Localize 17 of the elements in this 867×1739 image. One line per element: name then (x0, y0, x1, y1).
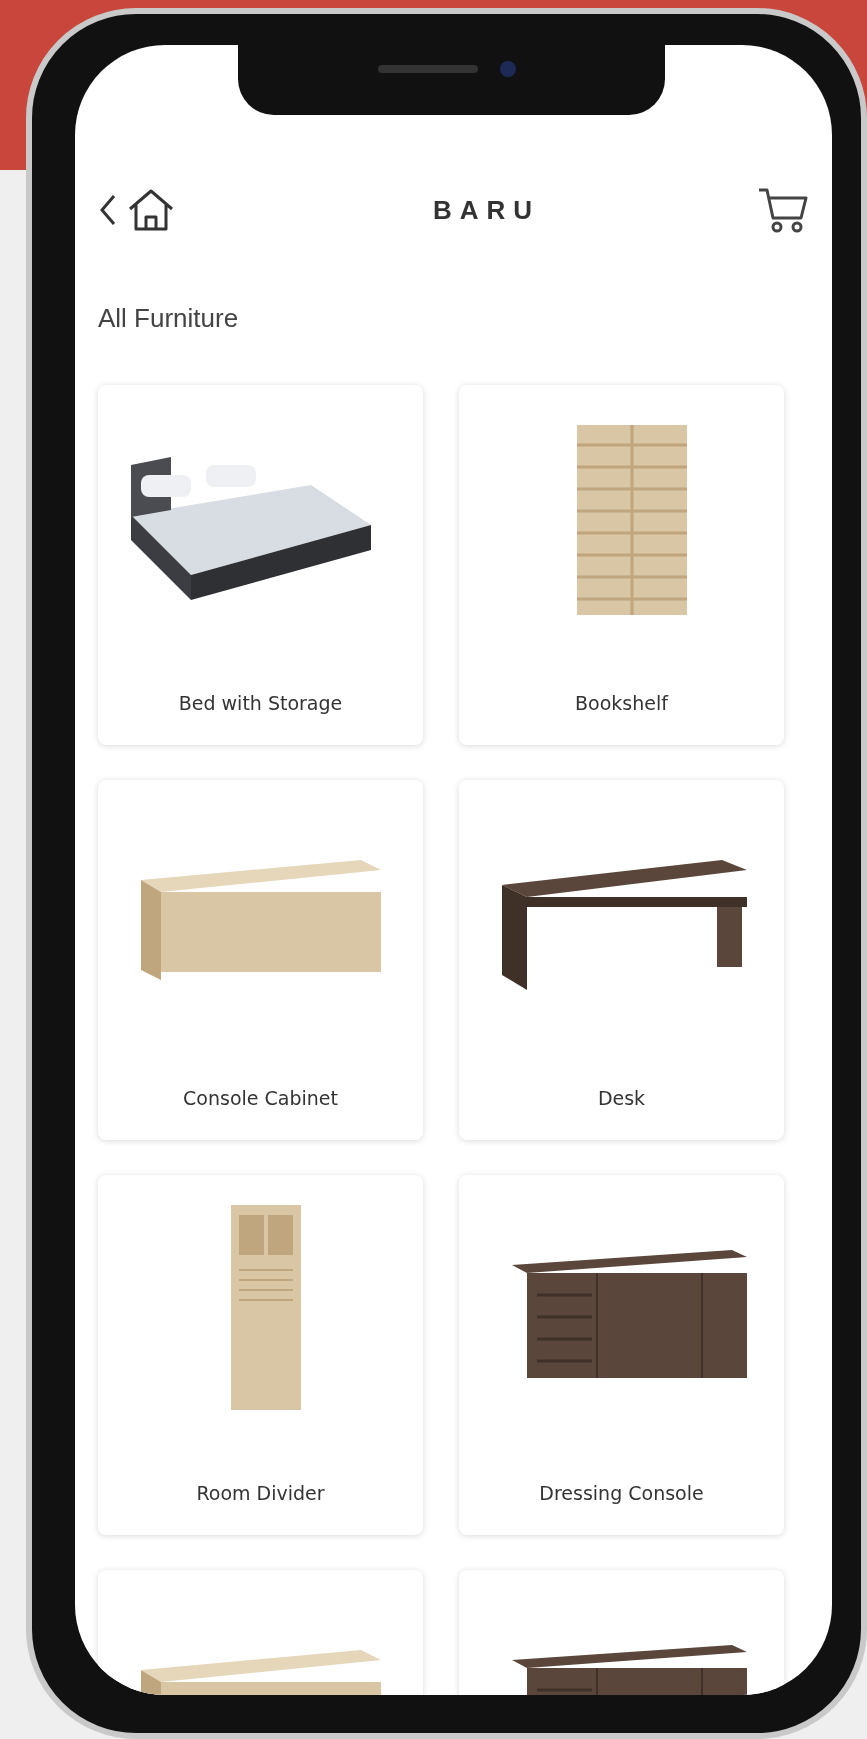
product-name: Dressing Console (538, 1480, 705, 1506)
product-name: Bed with Storage (177, 690, 344, 716)
product-card[interactable]: Bed with Storage (98, 385, 423, 745)
back-icon[interactable] (98, 193, 118, 227)
product-name: Desk (596, 1085, 647, 1111)
product-card[interactable]: Room Divider (98, 1175, 423, 1535)
cart-icon[interactable] (757, 186, 809, 234)
product-card[interactable]: Console Cabinet (98, 780, 423, 1140)
home-icon[interactable] (126, 187, 176, 233)
product-name: Console Cabinet (182, 1085, 339, 1111)
product-card[interactable]: Dressing Console (459, 1175, 784, 1535)
product-name: Bookshelf (574, 690, 670, 716)
section-title: All Furniture (98, 302, 240, 335)
product-card[interactable]: Bookshelf (459, 385, 784, 745)
product-card[interactable]: Desk (459, 780, 784, 1140)
product-name: Room Divider (195, 1480, 326, 1506)
app-logo: BARU (432, 193, 541, 227)
